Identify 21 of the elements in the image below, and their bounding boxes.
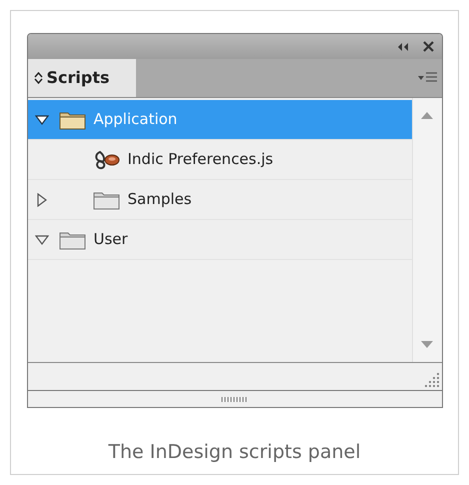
script-icon [94,150,120,170]
folder-icon [58,230,86,250]
item-label: Samples [128,189,192,210]
folder-icon [58,110,86,130]
scripts-tab[interactable]: Scripts [28,59,136,97]
tab-label: Scripts [46,67,110,89]
scroll-down-icon[interactable] [421,341,433,348]
item-label: User [94,229,128,250]
item-label: Application [94,109,178,130]
expanded-arrow-icon[interactable] [34,234,48,244]
collapse-icon[interactable] [396,42,408,52]
resize-grip-icon[interactable] [424,373,438,387]
close-icon[interactable] [422,41,434,52]
drag-handle-icon[interactable] [220,396,248,402]
collapsed-arrow-icon[interactable] [36,192,46,206]
sort-arrows-icon [34,71,42,85]
expanded-arrow-icon[interactable] [34,114,48,124]
item-label: Indic Preferences.js [128,149,274,170]
folder-icon [92,190,120,210]
caption: The InDesign scripts panel [108,440,361,465]
scroll-up-icon[interactable] [421,112,433,119]
